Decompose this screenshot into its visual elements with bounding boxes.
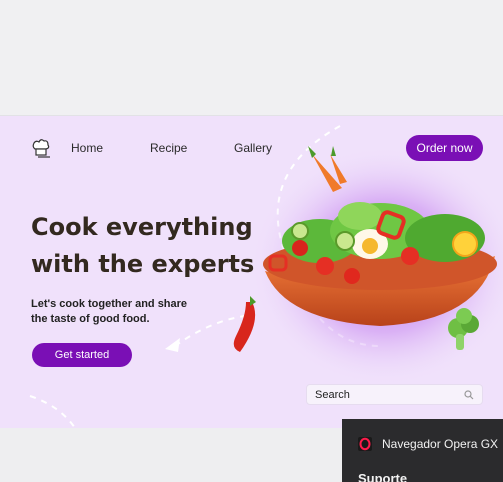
search-box[interactable] [306,384,483,405]
opera-notification-popup[interactable]: Navegador Opera GX Suporte [342,419,503,482]
hero-section: Home Recipe Gallery Order now Cook every… [0,116,503,428]
hero-subtitle: Let's cook together and share the taste … [31,297,231,327]
opera-icon [358,437,372,451]
chef-hat-icon[interactable] [30,137,52,159]
headline-line-2: with the experts [31,250,255,278]
chili [233,302,256,352]
subtitle-line-2: the taste of good food. [31,313,150,325]
arrow-head [165,338,180,352]
popup-title: Navegador Opera GX [382,437,499,451]
search-input[interactable] [315,388,464,401]
nav-recipe[interactable]: Recipe [150,141,187,155]
hero-headline: Cook everything with the experts [31,209,276,283]
headline-line-1: Cook everything [31,213,253,241]
nav-gallery[interactable]: Gallery [234,141,272,155]
subtitle-line-1: Let's cook together and share [31,298,188,310]
dashed-arc-left [29,395,76,428]
order-now-button[interactable]: Order now [406,135,483,161]
search-icon[interactable] [464,389,474,400]
browser-top-area [0,0,503,116]
popup-header: Navegador Opera GX [358,437,498,451]
nav-home[interactable]: Home [71,141,103,155]
popup-subtitle: Suporte [358,471,408,482]
get-started-button[interactable]: Get started [32,343,132,367]
